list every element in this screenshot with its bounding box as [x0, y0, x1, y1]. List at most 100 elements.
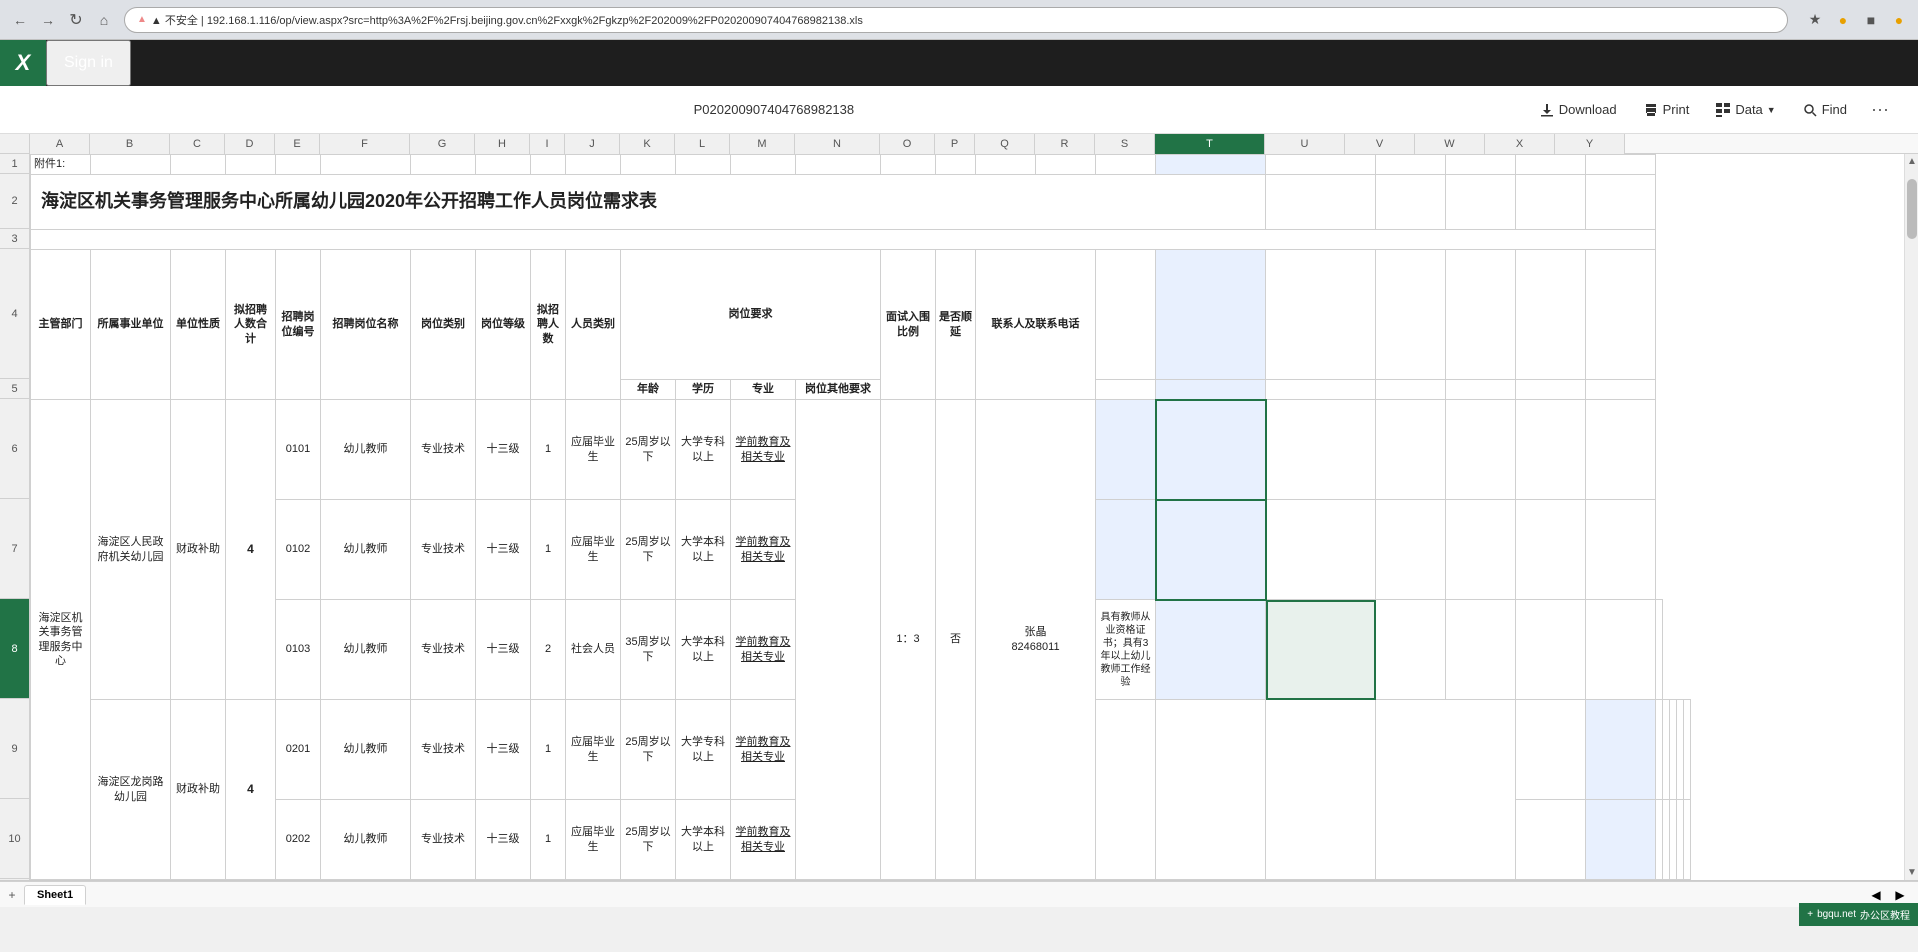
cell-S8[interactable]	[1156, 600, 1266, 700]
data-button[interactable]: Data ▼	[1704, 95, 1786, 125]
cell-H7[interactable]: 十三级	[476, 500, 531, 600]
cell-P1[interactable]	[936, 155, 976, 175]
cell-U8[interactable]	[1376, 600, 1446, 700]
cell-W8[interactable]	[1516, 600, 1586, 700]
cell-K7[interactable]: 25周岁以下	[621, 500, 676, 600]
cell-H9[interactable]: 十三级	[476, 700, 531, 800]
col-V[interactable]: V	[1345, 134, 1415, 154]
header-U5[interactable]	[1266, 380, 1376, 400]
cell-X9[interactable]	[1677, 700, 1684, 800]
cell-A6[interactable]: 海淀区机关事务管理服务中心	[31, 400, 91, 880]
header-W5[interactable]	[1446, 380, 1516, 400]
cell-X6[interactable]	[1516, 400, 1586, 500]
cell-K10[interactable]: 25周岁以下	[621, 800, 676, 880]
cell-L10[interactable]: 大学本科以上	[676, 800, 731, 880]
cell-X10[interactable]	[1677, 800, 1684, 880]
cell-T10[interactable]	[1586, 800, 1656, 880]
header-gangweicode[interactable]: 招聘岗位编号	[276, 250, 321, 400]
col-D[interactable]: D	[225, 134, 275, 154]
cell-P6[interactable]: 否	[936, 400, 976, 880]
cell-Y7[interactable]	[1586, 500, 1656, 600]
cell-O9[interactable]	[1156, 700, 1266, 880]
cell-P9[interactable]	[1266, 700, 1376, 880]
profile-button[interactable]: ●	[1832, 9, 1854, 31]
cell-F10[interactable]: 幼儿教师	[321, 800, 411, 880]
cell-D6[interactable]: 4	[226, 400, 276, 700]
cell-S10[interactable]	[1516, 800, 1586, 880]
header-xueli[interactable]: 学历	[676, 380, 731, 400]
cell-D9[interactable]: 4	[226, 700, 276, 880]
col-F[interactable]: F	[320, 134, 410, 154]
col-X[interactable]: X	[1485, 134, 1555, 154]
cell-Y9[interactable]	[1684, 700, 1691, 800]
find-button[interactable]: Find	[1791, 95, 1858, 125]
header-gangweileibie[interactable]: 岗位类别	[411, 250, 476, 400]
header-Y5[interactable]	[1586, 380, 1656, 400]
row-7[interactable]: 7	[0, 499, 29, 599]
scroll-right-btn[interactable]: ▶	[1890, 885, 1910, 905]
cell-V9[interactable]	[1663, 700, 1670, 800]
cell-V6[interactable]	[1376, 400, 1446, 500]
header-suoshu[interactable]: 所属事业单位	[91, 250, 171, 400]
cell-K8[interactable]: 35周岁以下	[621, 600, 676, 700]
extension-button[interactable]: ■	[1860, 9, 1882, 31]
row-4[interactable]: 4	[0, 249, 29, 379]
cell-W6[interactable]	[1446, 400, 1516, 500]
cell-C1[interactable]	[171, 155, 226, 175]
header-nianling[interactable]: 年龄	[621, 380, 676, 400]
cell-B6[interactable]: 海淀区人民政府机关幼儿园	[91, 400, 171, 700]
col-Q[interactable]: Q	[975, 134, 1035, 154]
scrollbar-thumb[interactable]	[1907, 179, 1917, 239]
cell-W9[interactable]	[1670, 700, 1677, 800]
cell-Y8[interactable]	[1656, 600, 1663, 700]
header-zhaopinnum[interactable]: 拟招聘人数合计	[226, 250, 276, 400]
cell-Y2[interactable]	[1586, 175, 1656, 230]
cell-G1[interactable]	[411, 155, 476, 175]
cell-K1[interactable]	[621, 155, 676, 175]
col-E[interactable]: E	[275, 134, 320, 154]
header-T5[interactable]	[1156, 380, 1266, 400]
scroll-left-btn[interactable]: ◀	[1866, 885, 1886, 905]
header-biaoqian[interactable]: 面试入围比例	[881, 250, 936, 400]
cell-E10[interactable]: 0202	[276, 800, 321, 880]
header-T4[interactable]	[1156, 250, 1266, 380]
cell-V7[interactable]	[1376, 500, 1446, 600]
header-U4[interactable]	[1266, 250, 1376, 380]
cell-S6[interactable]	[1096, 400, 1156, 500]
cell-B9[interactable]: 海淀区龙岗路幼儿园	[91, 700, 171, 880]
cell-N8[interactable]: 具有教师从业资格证书；具有3年以上幼儿教师工作经验	[1096, 600, 1156, 700]
cell-J10[interactable]: 应届毕业生	[566, 800, 621, 880]
cell-X7[interactable]	[1516, 500, 1586, 600]
header-gangweiname[interactable]: 招聘岗位名称	[321, 250, 411, 400]
cell-Q1[interactable]	[976, 155, 1036, 175]
cell-A2-merged[interactable]: 海淀区机关事务管理服务中心所属幼儿园2020年公开招聘工作人员岗位需求表	[31, 175, 1266, 230]
spreadsheet-grid[interactable]: 附件1:	[30, 154, 1904, 880]
header-renyuanleibie[interactable]: 人员类别	[566, 250, 621, 400]
cell-H8[interactable]: 十三级	[476, 600, 531, 700]
col-C[interactable]: C	[170, 134, 225, 154]
cell-N9[interactable]	[1096, 700, 1156, 880]
cell-V1[interactable]	[1376, 155, 1446, 175]
cell-M6[interactable]: 学前教育及相关专业	[731, 400, 796, 500]
cell-F7[interactable]: 幼儿教师	[321, 500, 411, 600]
cell-F1[interactable]	[321, 155, 411, 175]
cell-W7[interactable]	[1446, 500, 1516, 600]
header-X5[interactable]	[1516, 380, 1586, 400]
cell-G10[interactable]: 专业技术	[411, 800, 476, 880]
add-sheet-button[interactable]: +	[0, 883, 24, 907]
col-J[interactable]: J	[565, 134, 620, 154]
row-10[interactable]: 10	[0, 799, 29, 879]
col-I[interactable]: I	[530, 134, 565, 154]
cell-U7[interactable]	[1266, 500, 1376, 600]
cell-E6[interactable]: 0101	[276, 400, 321, 500]
cell-C6[interactable]: 财政补助	[171, 400, 226, 700]
cell-I1[interactable]	[531, 155, 566, 175]
col-P[interactable]: P	[935, 134, 975, 154]
cell-R1[interactable]	[1036, 155, 1096, 175]
cell-Y10[interactable]	[1684, 800, 1691, 880]
vertical-scrollbar[interactable]: ▲ ▼	[1904, 154, 1918, 880]
cell-Q6[interactable]: 张晶82468011	[976, 400, 1096, 880]
cell-L9[interactable]: 大学专科以上	[676, 700, 731, 800]
cell-D1[interactable]	[226, 155, 276, 175]
cell-H6[interactable]: 十三级	[476, 400, 531, 500]
